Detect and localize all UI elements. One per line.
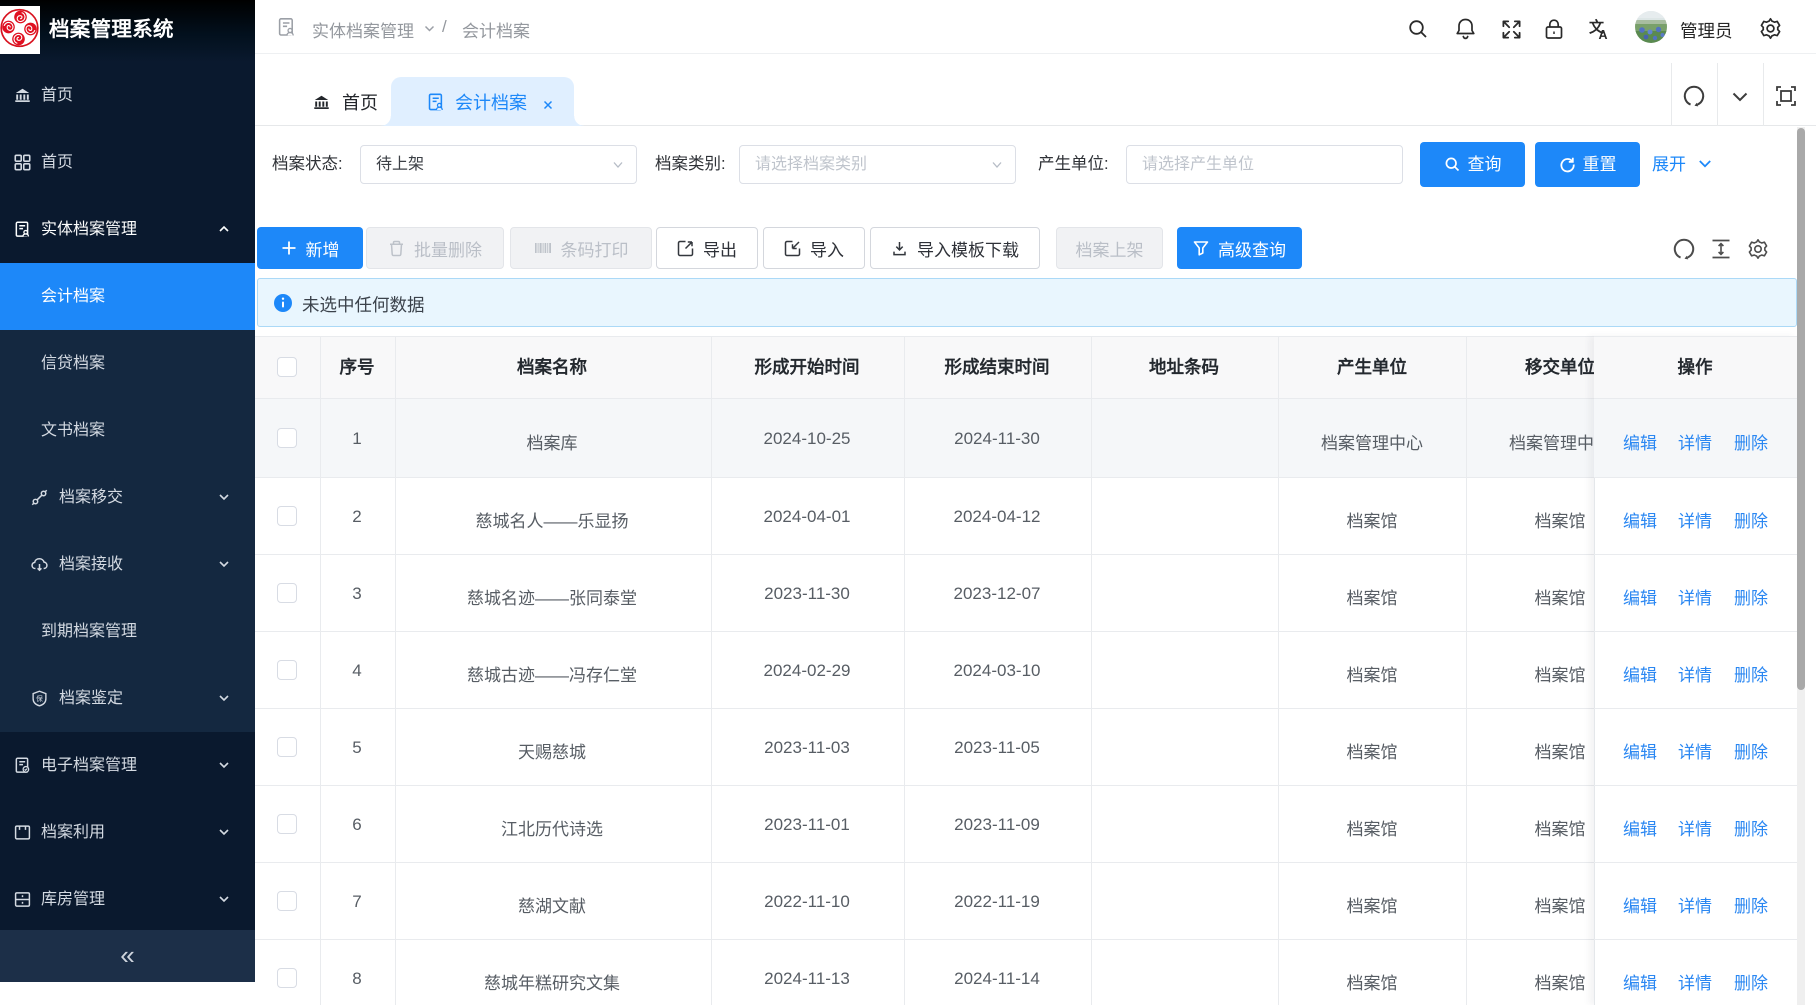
svg-text:A: A <box>1599 28 1608 41</box>
svg-text:保: 保 <box>36 694 43 703</box>
